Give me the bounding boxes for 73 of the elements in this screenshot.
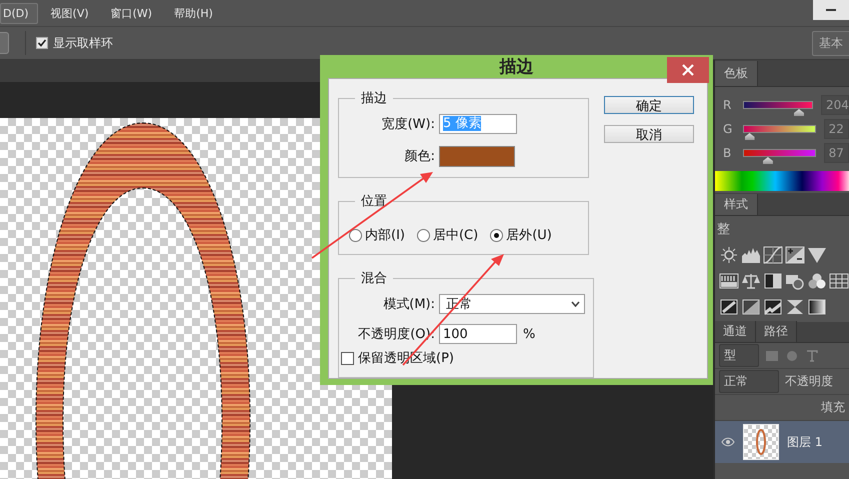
blend-mode-dropdown[interactable]: 正常 [719, 370, 779, 393]
width-field[interactable]: 5 像素 [439, 114, 517, 134]
layer-name: 图层 1 [787, 434, 822, 450]
channel-slider[interactable] [742, 101, 813, 117]
radio-icon[interactable] [416, 228, 430, 242]
panel-tab[interactable]: 路径 [756, 321, 797, 342]
unit-label: % [523, 326, 536, 342]
field-label: 宽度(W): [380, 116, 436, 133]
channel-slider[interactable] [743, 125, 816, 141]
histogram-icon[interactable] [741, 246, 761, 264]
checkbox-label: 显示取样环 [53, 34, 113, 52]
fill-label: 填充 [821, 399, 845, 416]
eye-icon[interactable] [721, 437, 735, 447]
dialog-title: 描边 [500, 56, 534, 78]
gradient-bars-icon[interactable] [719, 272, 739, 290]
panel-title: 整 [716, 221, 731, 239]
channel-value-field[interactable]: 204 [821, 95, 849, 115]
triangle-icon[interactable] [807, 246, 827, 264]
camera-icon[interactable] [785, 272, 805, 290]
balance-scale-icon[interactable] [741, 272, 761, 290]
dialog-button[interactable]: 取消 [604, 125, 694, 143]
slider-thumb[interactable] [794, 109, 804, 116]
radio-option[interactable]: 内部(I) [349, 226, 405, 244]
channel-label: G [723, 122, 734, 136]
opacity-field[interactable]: 100 [439, 324, 517, 344]
channel-value-field[interactable]: 87 [824, 143, 849, 163]
menu-item[interactable]: D(D) [0, 2, 38, 24]
workspace-button[interactable]: 基本 [812, 30, 849, 56]
menu-item[interactable]: 帮助(H) [165, 2, 222, 24]
radio-icon[interactable] [349, 228, 362, 242]
field-label: 模式(M): [382, 296, 436, 313]
minimize-button[interactable] [813, 0, 849, 20]
dialog-button[interactable]: 确定 [604, 96, 694, 114]
stair-icon[interactable] [763, 298, 783, 316]
menu-item[interactable]: 窗口(W) [102, 2, 162, 24]
channel-value-field[interactable]: 22 [824, 119, 849, 139]
radio-option[interactable]: 居外(U) [490, 226, 552, 244]
diagonal-gradient-icon[interactable] [741, 298, 761, 316]
exposure-icon[interactable] [785, 246, 805, 264]
slashed-square-icon[interactable] [719, 298, 739, 316]
channel-slider[interactable] [743, 149, 816, 165]
field-label: 颜色: [404, 148, 436, 165]
radio-option[interactable]: 居中(C) [416, 226, 478, 244]
layer-row[interactable]: 图层 1 [715, 421, 849, 463]
half-square-icon[interactable] [763, 272, 783, 290]
panel-tab[interactable]: 样式 [715, 194, 758, 215]
chevron-down-icon [571, 301, 580, 307]
filter-dropdown[interactable]: 型 [719, 344, 759, 367]
group-label: 描边 [360, 90, 388, 107]
layer-thumbnail [743, 424, 779, 460]
slider-thumb[interactable] [762, 157, 773, 164]
gradient-square-icon[interactable] [807, 298, 827, 316]
group-label: 混合 [360, 270, 388, 287]
color-spectrum-bar[interactable] [715, 171, 849, 191]
group-label: 位置 [360, 193, 388, 210]
sun-icon[interactable] [719, 246, 739, 264]
three-circles-icon[interactable] [807, 272, 827, 290]
channel-label: R [723, 98, 732, 112]
sample-ring-checkbox[interactable] [36, 37, 48, 49]
panel-tab[interactable]: 色板 [715, 61, 758, 86]
curve-icon[interactable] [763, 246, 783, 264]
grid-icon[interactable] [829, 272, 849, 290]
slider-thumb[interactable] [744, 133, 755, 140]
close-button[interactable] [667, 57, 709, 83]
color-swatch[interactable] [439, 146, 515, 166]
channel-label: B [723, 146, 732, 160]
menu-item[interactable]: 视图(V) [42, 2, 98, 24]
close-icon [682, 64, 694, 76]
radio-icon[interactable] [490, 228, 504, 242]
panel-tab[interactable]: 通道 [715, 321, 756, 342]
checkbox-label: 保留透明区域(P) [358, 350, 454, 367]
checkbox[interactable] [341, 352, 354, 364]
opacity-label: 不透明度 [785, 373, 833, 390]
